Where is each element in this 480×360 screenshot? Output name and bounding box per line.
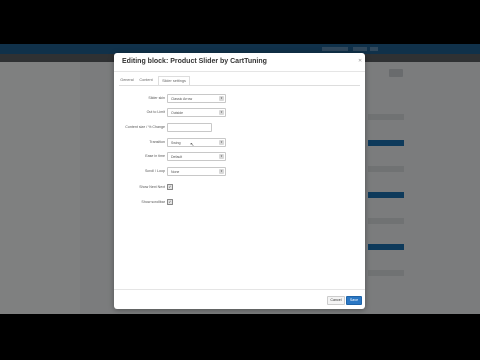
cancel-button[interactable]: Cancel bbox=[327, 296, 345, 305]
chevron-down-icon: ▾ bbox=[219, 110, 224, 115]
show-next-checkbox[interactable]: ✓ bbox=[167, 184, 173, 190]
field-label: Out to Limit bbox=[146, 110, 165, 114]
field-ease-in-time: Ease in time Default ▾ bbox=[114, 152, 365, 161]
transition-select[interactable]: Swing ▾ bbox=[167, 138, 226, 147]
out-to-limit-select[interactable]: Outside ▾ bbox=[167, 108, 226, 117]
edit-block-modal: Editing block: Product Slider by CartTun… bbox=[114, 53, 365, 309]
field-label: Show Next Next bbox=[139, 185, 165, 189]
tab-content[interactable]: Content bbox=[138, 76, 154, 85]
field-scroll-loop: Scroll / Loop None ▾ bbox=[114, 167, 365, 176]
tab-general[interactable]: General bbox=[119, 76, 135, 85]
field-label: Slider skin bbox=[148, 96, 165, 100]
show-scrollbar-checkbox[interactable]: ✓ bbox=[167, 199, 173, 205]
field-label: Show scrollbar bbox=[141, 200, 165, 204]
select-value: Outside bbox=[171, 110, 184, 115]
field-show-scrollbar: Show scrollbar ✓ bbox=[114, 198, 365, 207]
divider bbox=[119, 85, 360, 86]
field-content-size: Content size / % Change bbox=[114, 123, 365, 132]
field-label: Scroll / Loop bbox=[145, 169, 165, 173]
scroll-loop-select[interactable]: None ▾ bbox=[167, 167, 226, 176]
content-size-input[interactable] bbox=[167, 123, 212, 132]
chevron-down-icon: ▾ bbox=[219, 169, 224, 174]
divider bbox=[114, 289, 365, 290]
select-value: Classic Arrow bbox=[171, 96, 193, 101]
divider bbox=[114, 71, 365, 72]
field-out-to-limit: Out to Limit Outside ▾ bbox=[114, 108, 365, 117]
slider-skin-select[interactable]: Classic Arrow ▾ bbox=[167, 94, 226, 103]
select-value: Default bbox=[171, 154, 183, 159]
field-label: Transition bbox=[149, 140, 165, 144]
mouse-cursor-icon: ↖ bbox=[190, 142, 195, 148]
select-value: Swing bbox=[171, 140, 181, 145]
field-label: Content size / % Change bbox=[125, 125, 165, 129]
chevron-down-icon: ▾ bbox=[219, 96, 224, 101]
ease-in-time-select[interactable]: Default ▾ bbox=[167, 152, 226, 161]
field-show-next: Show Next Next ✓ bbox=[114, 183, 365, 192]
modal-title: Editing block: Product Slider by CartTun… bbox=[122, 58, 267, 65]
field-slider-skin: Slider skin Classic Arrow ▾ bbox=[114, 94, 365, 103]
save-button[interactable]: Save bbox=[346, 296, 362, 305]
field-transition: Transition Swing ▾ bbox=[114, 138, 365, 147]
field-label: Ease in time bbox=[145, 154, 165, 158]
chevron-down-icon: ▾ bbox=[219, 154, 224, 159]
close-icon[interactable]: ✕ bbox=[358, 58, 362, 64]
select-value: None bbox=[171, 169, 180, 174]
chevron-down-icon: ▾ bbox=[219, 140, 224, 145]
